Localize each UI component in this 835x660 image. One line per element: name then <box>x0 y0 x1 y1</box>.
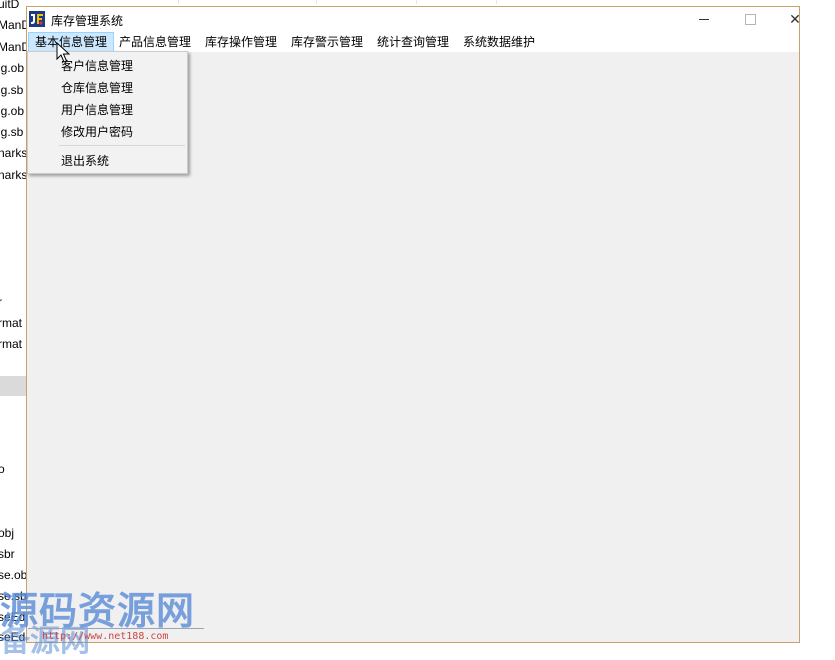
background-selected-row <box>0 376 26 396</box>
column-separator <box>316 0 317 4</box>
basic-info-dropdown: 客户信息管理 仓库信息管理 用户信息管理 修改用户密码 退出系统 <box>27 51 188 174</box>
title-bar[interactable]: 库存管理系统 ✕ <box>27 7 801 32</box>
close-icon: ✕ <box>789 11 801 28</box>
menu-system-maintenance[interactable]: 系统数据维护 <box>457 32 541 52</box>
background-list-item: ManD <box>0 18 26 32</box>
column-separator <box>416 0 417 4</box>
background-list-item: lg.sb <box>0 83 24 97</box>
menu-bar: 基本信息管理 产品信息管理 库存操作管理 库存警示管理 统计查询管理 系统数据维… <box>27 32 799 52</box>
background-list-item: sbr <box>0 547 15 561</box>
background-column-headers <box>26 0 835 4</box>
background-list-item: rmat <box>0 316 22 330</box>
background-list-item: o <box>0 462 5 476</box>
background-list-item: narks <box>0 168 26 182</box>
menu-item-customer-info[interactable]: 客户信息管理 <box>61 57 133 74</box>
window-title: 库存管理系统 <box>51 14 124 28</box>
menu-product-info[interactable]: 产品信息管理 <box>113 32 197 52</box>
background-list-item: lg.ob <box>0 104 25 118</box>
menu-item-warehouse-info[interactable]: 仓库信息管理 <box>61 79 133 96</box>
menu-basic-info[interactable]: 基本信息管理 <box>28 32 115 52</box>
maximize-button[interactable] <box>727 7 773 32</box>
close-button[interactable]: ✕ <box>772 7 818 32</box>
menu-statistics-query[interactable]: 统计查询管理 <box>371 32 455 52</box>
background-list-item: ManD <box>0 40 26 54</box>
watermark-url: http://www.net188.com <box>42 631 169 642</box>
background-file-list: uitD ManD ManD lg.ob lg.sb lg.ob lg.sb narks nar… <box>0 0 26 650</box>
background-list-item: lg.sb <box>0 125 24 139</box>
background-list-item: j <box>0 274 1 288</box>
watermark-underline <box>28 628 204 629</box>
menu-item-exit[interactable]: 退出系统 <box>61 152 109 169</box>
menu-stock-operation[interactable]: 库存操作管理 <box>199 32 283 52</box>
background-list-item: lg.ob <box>0 61 25 75</box>
mouse-cursor-icon <box>56 42 70 63</box>
column-separator <box>178 0 179 4</box>
background-list-item: rmat <box>0 337 22 351</box>
background-list-item: narks <box>0 146 26 160</box>
menu-stock-warning[interactable]: 库存警示管理 <box>285 32 369 52</box>
background-list-item: uitD <box>0 0 20 11</box>
menu-item-user-info[interactable]: 用户信息管理 <box>61 101 133 118</box>
menu-item-change-password[interactable]: 修改用户密码 <box>61 123 133 140</box>
background-list-item: r <box>0 295 2 309</box>
maximize-icon <box>744 14 756 25</box>
app-logo-icon[interactable] <box>29 11 45 27</box>
minimize-button[interactable] <box>681 7 727 32</box>
background-right-area <box>800 0 835 650</box>
background-list-item: obj <box>0 526 15 540</box>
menu-separator <box>59 145 185 146</box>
minimize-icon <box>699 19 709 20</box>
column-separator <box>496 0 497 4</box>
